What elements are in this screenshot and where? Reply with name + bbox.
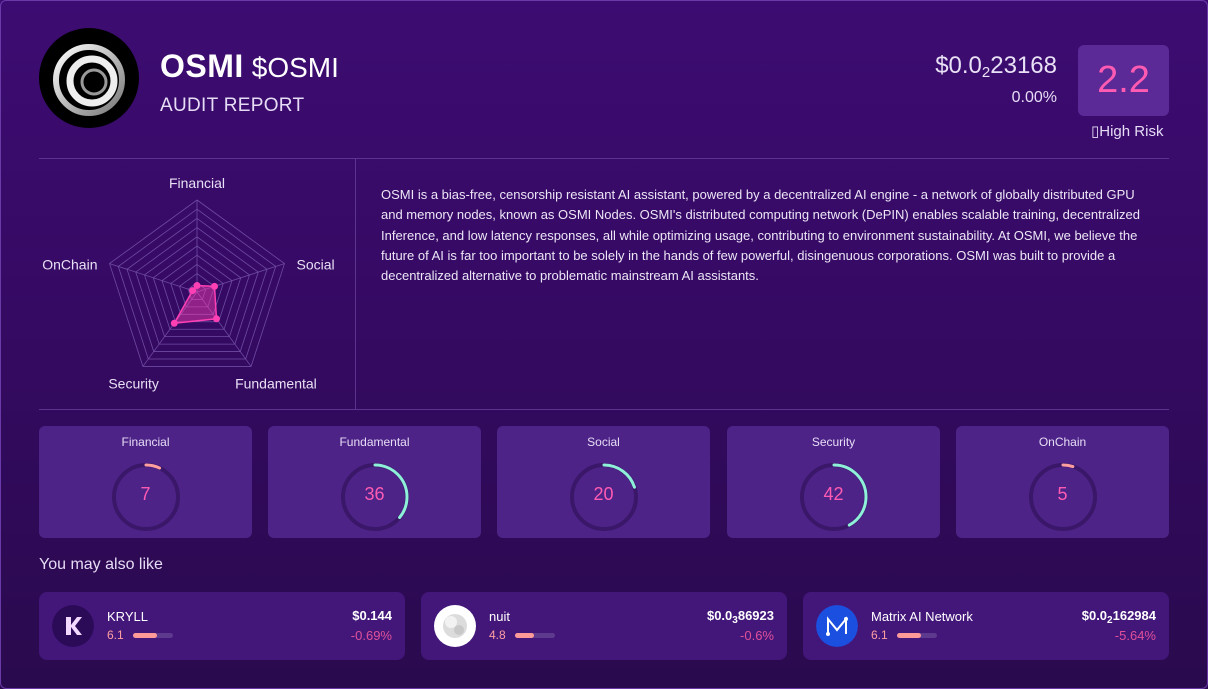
related-name: nuit <box>489 609 510 624</box>
radar-spoke <box>109 263 198 293</box>
related-item[interactable]: Matrix AI Network 6.1 $0.02162984 -5.64% <box>803 592 1169 660</box>
related-score: 6.1 <box>107 628 124 642</box>
score-card-value: 20 <box>593 484 614 504</box>
radar-point-onchain <box>189 287 197 295</box>
related-change: -0.69% <box>350 628 392 643</box>
related-change: -0.6% <box>740 628 774 643</box>
divider <box>39 158 1169 159</box>
related-name: Matrix AI Network <box>871 609 973 624</box>
osmi-logo-icon <box>39 28 139 128</box>
score-card-label: OnChain <box>1038 435 1087 449</box>
related-section-title: You may also like <box>39 556 163 573</box>
price-block: $0.0223168 0.00% <box>935 52 1057 107</box>
related-score-bar-fill <box>515 633 535 638</box>
radar-point-fundamental <box>212 315 220 323</box>
related-price: $0.144 <box>352 608 392 623</box>
title-block: OSMI $OSMI AUDIT REPORT <box>160 48 339 117</box>
related-score-bar <box>897 633 937 638</box>
radar-point-social <box>210 282 218 290</box>
score-card-label: Security <box>811 435 856 449</box>
related-name: KRYLL <box>107 609 148 624</box>
matrix-ai-logo-icon <box>816 605 858 647</box>
related-price: $0.02162984 <box>1081 608 1156 626</box>
score-card-label: Fundamental <box>339 435 410 449</box>
score-card-security[interactable]: Security 42 <box>727 426 940 538</box>
risk-label: ▯High Risk <box>1091 123 1164 140</box>
page-subtitle: AUDIT REPORT <box>160 95 305 116</box>
related-item[interactable]: KRYLL 6.1 $0.144 -0.69% <box>39 592 405 660</box>
price-change: 0.00% <box>1011 89 1057 106</box>
overall-score-badge: 2.2 <box>1078 45 1169 116</box>
current-price: $0.0223168 <box>935 52 1057 81</box>
related-item[interactable]: nuit 4.8 $0.0386923 -0.6% <box>421 592 787 660</box>
related-score-bar <box>133 633 173 638</box>
divider <box>39 409 1169 410</box>
coin-name: OSMI <box>160 48 244 84</box>
radar-axis-label: Security <box>108 375 159 391</box>
score-card-value: 5 <box>1057 484 1068 504</box>
score-card-value: 36 <box>364 484 385 504</box>
radar-chart: Financial Social Fundamental Security OnChai… <box>42 175 334 391</box>
radar-point-security <box>170 319 178 327</box>
project-description: OSMI is a bias-free, censorship resistan… <box>381 187 1141 284</box>
related-change: -5.64% <box>1114 628 1156 643</box>
score-cards: Financial 7 Fundamental 36 Social 20 Security 4… <box>39 426 1169 538</box>
score-card-financial[interactable]: Financial 7 <box>39 426 252 538</box>
coin-ticker: $OSMI <box>251 52 339 83</box>
score-card-onchain[interactable]: OnChain 5 <box>956 426 1169 538</box>
related-score-bar <box>515 633 555 638</box>
score-card-label: Social <box>587 435 620 449</box>
score-card-label: Financial <box>121 435 170 449</box>
score-card-fundamental[interactable]: Fundamental 36 <box>268 426 481 538</box>
related-score: 4.8 <box>489 628 506 642</box>
related-score: 6.1 <box>871 628 888 642</box>
related-score-bar-fill <box>133 633 158 638</box>
radar-axis-label: Financial <box>169 175 225 191</box>
radar-axis-label: Fundamental <box>235 375 317 391</box>
related-score-bar-fill <box>897 633 922 638</box>
divider-vertical <box>355 159 356 409</box>
score-card-social[interactable]: Social 20 <box>497 426 710 538</box>
radar-axis-label: Social <box>296 257 334 273</box>
kryll-logo-icon <box>52 605 94 647</box>
related-price: $0.0386923 <box>706 608 774 626</box>
score-card-value: 7 <box>140 484 151 504</box>
score-card-value: 42 <box>823 484 844 504</box>
nuit-logo-icon <box>434 605 476 647</box>
radar-axis-label: OnChain <box>42 257 97 273</box>
